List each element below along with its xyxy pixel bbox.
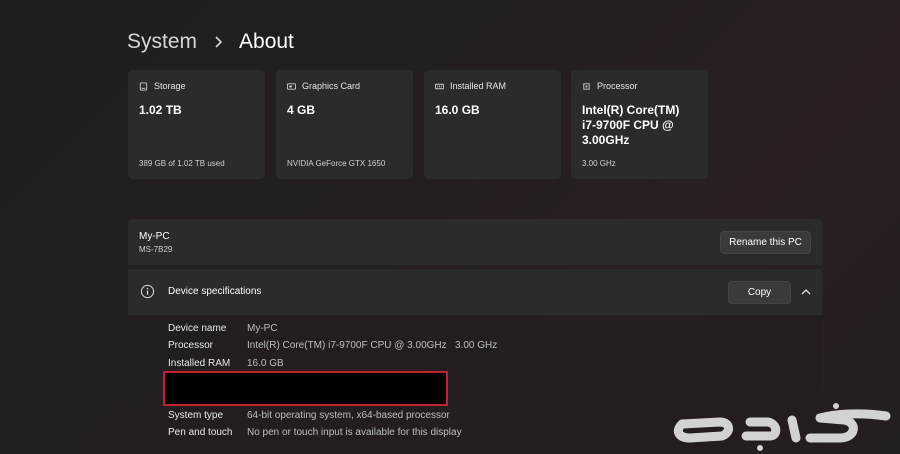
card-value: Intel(R) Core(TM) i7-9700F CPU @ 3.00GHz	[582, 103, 680, 147]
section-title: Device specifications	[168, 286, 262, 297]
spec-label: Pen and touch	[168, 427, 233, 438]
pc-name-section: My-PC MS-7B29 Rename this PC	[128, 219, 822, 265]
processor-card[interactable]: Processor Intel(R) Core(TM) i7-9700F CPU…	[571, 70, 708, 179]
spec-row-installed-ram: Installed RAM 16.0 GB	[168, 358, 284, 369]
rename-pc-button[interactable]: Rename this PC	[720, 231, 811, 254]
spec-value: 16.0 GB	[247, 358, 284, 369]
card-title: Storage	[154, 81, 186, 91]
storage-card[interactable]: Storage 1.02 TB 389 GB of 1.02 TB used	[128, 70, 265, 179]
spec-value: No pen or touch input is available for t…	[247, 427, 462, 438]
card-value: 1.02 TB	[139, 103, 182, 117]
card-value: 4 GB	[287, 103, 316, 117]
spec-row-device-name: Device name My-PC	[168, 323, 278, 334]
pc-model: MS-7B29	[139, 245, 173, 254]
processor-icon	[583, 82, 590, 90]
spec-label: Device name	[168, 323, 227, 334]
breadcrumb: System About	[127, 30, 294, 54]
card-subtext: 3.00 GHz	[582, 159, 616, 168]
chevron-up-icon[interactable]	[800, 287, 812, 297]
ram-icon	[435, 83, 444, 89]
breadcrumb-system[interactable]: System	[127, 30, 197, 54]
spec-row-pen-and-touch: Pen and touch No pen or touch input is a…	[168, 427, 462, 438]
spec-label: Processor	[168, 340, 214, 351]
spec-value: My-PC	[247, 323, 278, 334]
spec-label: Installed RAM	[168, 358, 231, 369]
card-value: 16.0 GB	[435, 103, 480, 117]
card-title: Processor	[597, 81, 638, 91]
graphics-card-icon	[287, 82, 296, 90]
card-title: Installed RAM	[450, 81, 507, 91]
storage-icon	[139, 81, 148, 91]
spec-value: Intel(R) Core(TM) i7-9700F CPU @ 3.00GHz…	[247, 340, 498, 351]
spec-row-system-type: System type 64-bit operating system, x64…	[168, 410, 450, 421]
card-subtext: 389 GB of 1.02 TB used	[139, 159, 225, 168]
card-subtext: NVIDIA GeForce GTX 1650	[287, 159, 386, 168]
redaction-box	[163, 371, 448, 406]
info-icon	[140, 284, 155, 299]
page-title: About	[239, 30, 294, 53]
haraj-watermark-logo	[673, 403, 891, 451]
copy-button[interactable]: Copy	[728, 281, 791, 304]
pc-name: My-PC	[139, 231, 170, 242]
spec-value: 64-bit operating system, x64-based proce…	[247, 410, 450, 421]
card-title: Graphics Card	[302, 81, 361, 91]
device-specifications-header[interactable]: Device specifications Copy	[128, 269, 822, 315]
spec-row-processor: Processor Intel(R) Core(TM) i7-9700F CPU…	[168, 340, 497, 351]
spec-label: System type	[168, 410, 224, 421]
installed-ram-card[interactable]: Installed RAM 16.0 GB	[424, 70, 561, 179]
chevron-right-icon	[215, 36, 223, 48]
graphics-card-card[interactable]: Graphics Card 4 GB NVIDIA GeForce GTX 16…	[276, 70, 413, 179]
